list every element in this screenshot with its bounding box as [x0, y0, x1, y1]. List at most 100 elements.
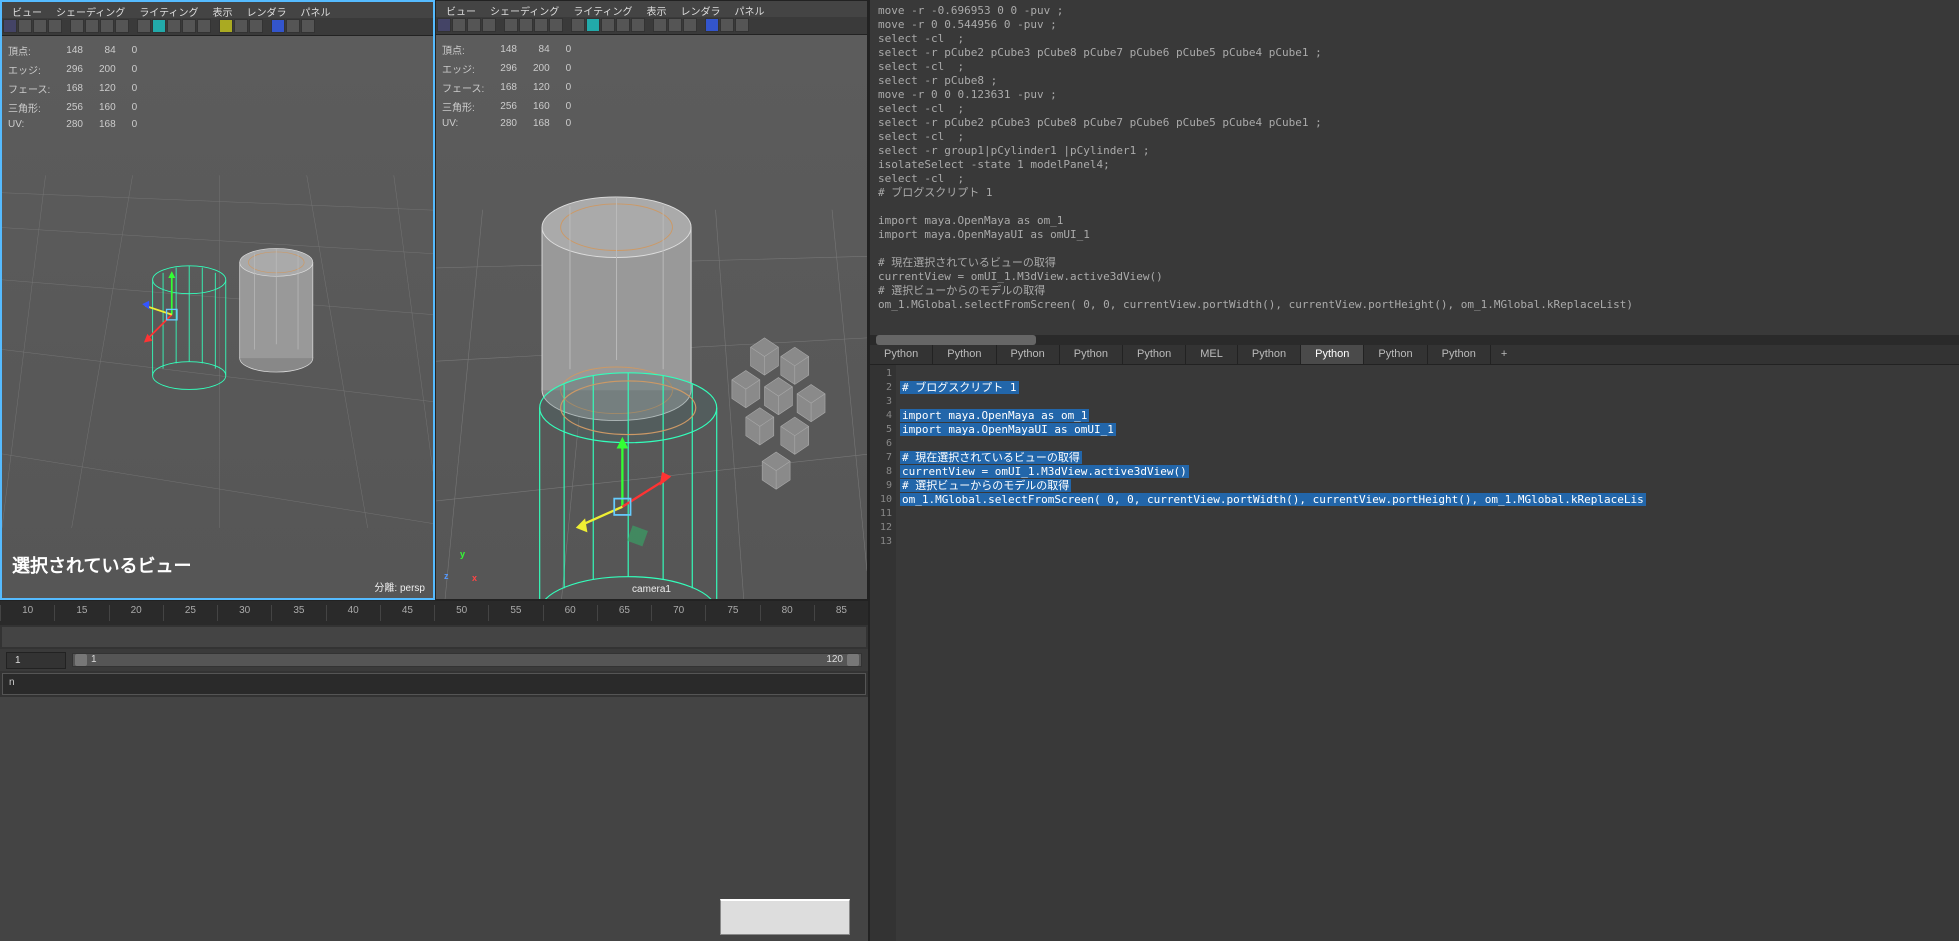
- isolate-select-icon[interactable]: [219, 19, 233, 33]
- xray-icon[interactable]: [668, 18, 682, 32]
- image-plane-icon[interactable]: [48, 19, 62, 33]
- cylinder-unselected: [240, 248, 313, 372]
- poly-stats: 頂点:148840 エッジ:2962000 フェース:1681200 三角形:2…: [6, 40, 153, 133]
- menu-shading[interactable]: シェーディング: [50, 2, 131, 18]
- isolate-select-icon[interactable]: [653, 18, 667, 32]
- time-ruler[interactable]: 10 15 20 25 30 35 40 45 50 55 60 65 70 7…: [0, 601, 868, 625]
- view-transform-icon[interactable]: [735, 18, 749, 32]
- exposure-icon[interactable]: [271, 19, 285, 33]
- bookmark-icon[interactable]: [467, 18, 481, 32]
- select-camera-icon[interactable]: [3, 19, 17, 33]
- time-tick[interactable]: 65: [597, 605, 651, 621]
- camera-settings-icon[interactable]: [452, 18, 466, 32]
- menu-show[interactable]: 表示: [641, 1, 673, 17]
- textured-icon[interactable]: [601, 18, 615, 32]
- time-tick[interactable]: 35: [271, 605, 325, 621]
- textured-icon[interactable]: [167, 19, 181, 33]
- taskbar-thumbnail[interactable]: [720, 899, 850, 935]
- time-tick[interactable]: 25: [163, 605, 217, 621]
- exposure-icon[interactable]: [705, 18, 719, 32]
- xray-joints-icon[interactable]: [249, 19, 263, 33]
- code-text[interactable]: # ブログスクリプト 1 import maya.OpenMaya as om_…: [896, 365, 1959, 941]
- menu-panels[interactable]: パネル: [295, 2, 337, 18]
- gamma-icon[interactable]: [720, 18, 734, 32]
- menu-renderer[interactable]: レンダラ: [241, 2, 293, 18]
- select-camera-icon[interactable]: [437, 18, 451, 32]
- time-tick[interactable]: 50: [434, 605, 488, 621]
- film-gate-icon[interactable]: [85, 19, 99, 33]
- viewport-persp[interactable]: ビュー シェーディング ライティング 表示 レンダラ パネル: [0, 0, 435, 600]
- image-plane-icon[interactable]: [482, 18, 496, 32]
- wireframe-icon[interactable]: [137, 19, 151, 33]
- time-slider-track[interactable]: [2, 627, 866, 647]
- time-tick[interactable]: 60: [543, 605, 597, 621]
- smooth-shade-icon[interactable]: [152, 19, 166, 33]
- time-tick[interactable]: 30: [217, 605, 271, 621]
- shadows-icon[interactable]: [631, 18, 645, 32]
- resolution-gate-icon[interactable]: [115, 19, 129, 33]
- menu-show[interactable]: 表示: [207, 2, 239, 18]
- range-start-thumb[interactable]: [75, 654, 87, 666]
- bookmark-icon[interactable]: [33, 19, 47, 33]
- resolution-gate-icon[interactable]: [549, 18, 563, 32]
- command-line-input[interactable]: n: [2, 673, 866, 695]
- range-end-thumb[interactable]: [847, 654, 859, 666]
- menu-view[interactable]: ビュー: [6, 2, 48, 18]
- smooth-shade-icon[interactable]: [586, 18, 600, 32]
- tab-python[interactable]: Python: [1428, 345, 1491, 364]
- grid-icon[interactable]: [70, 19, 84, 33]
- start-frame-input[interactable]: 1: [6, 652, 66, 669]
- xray-icon[interactable]: [234, 19, 248, 33]
- time-tick[interactable]: 85: [814, 605, 868, 621]
- time-tick[interactable]: 20: [109, 605, 163, 621]
- time-tick[interactable]: 10: [0, 605, 54, 621]
- time-tick[interactable]: 40: [326, 605, 380, 621]
- tab-python[interactable]: Python: [933, 345, 996, 364]
- use-all-lights-icon[interactable]: [616, 18, 630, 32]
- view-transform-icon[interactable]: [301, 19, 315, 33]
- shadows-icon[interactable]: [197, 19, 211, 33]
- menu-lighting[interactable]: ライティング: [567, 1, 638, 17]
- gate-mask-icon[interactable]: [100, 19, 114, 33]
- axis-gizmo: y z x: [444, 551, 484, 591]
- tab-python[interactable]: Python: [1123, 345, 1186, 364]
- time-tick[interactable]: 15: [54, 605, 108, 621]
- time-tick[interactable]: 45: [380, 605, 434, 621]
- menu-renderer[interactable]: レンダラ: [675, 1, 727, 17]
- grid-icon[interactable]: [504, 18, 518, 32]
- menu-view[interactable]: ビュー: [440, 1, 482, 17]
- camera-settings-icon[interactable]: [18, 19, 32, 33]
- time-tick[interactable]: 80: [760, 605, 814, 621]
- wireframe-icon[interactable]: [571, 18, 585, 32]
- script-tabs: Python Python Python Python Python MEL P…: [870, 345, 1959, 365]
- script-editor[interactable]: 123 456 789 101112 13 # ブログスクリプト 1 impor…: [870, 365, 1959, 941]
- menu-shading[interactable]: シェーディング: [484, 1, 565, 17]
- range-slider[interactable]: 1 120: [72, 653, 862, 667]
- tab-python[interactable]: Python: [997, 345, 1060, 364]
- tab-python[interactable]: Python: [1364, 345, 1427, 364]
- tab-python[interactable]: Python: [870, 345, 933, 364]
- script-output-scrollbar[interactable]: [870, 335, 1959, 345]
- viewport-canvas-camera1[interactable]: 頂点:148840 エッジ:2962000 フェース:1681200 三角形:2…: [436, 35, 867, 599]
- tab-python-active[interactable]: Python: [1301, 345, 1364, 364]
- tab-mel[interactable]: MEL: [1186, 345, 1238, 364]
- tab-add-button[interactable]: +: [1491, 345, 1517, 364]
- time-tick[interactable]: 55: [488, 605, 542, 621]
- film-gate-icon[interactable]: [519, 18, 533, 32]
- gamma-icon[interactable]: [286, 19, 300, 33]
- time-tick[interactable]: 70: [651, 605, 705, 621]
- use-all-lights-icon[interactable]: [182, 19, 196, 33]
- scrollbar-thumb[interactable]: [876, 335, 1036, 345]
- tab-python[interactable]: Python: [1238, 345, 1301, 364]
- viewport-camera1[interactable]: ビュー シェーディング ライティング 表示 レンダラ パネル: [435, 0, 868, 600]
- poly-stats: 頂点:148840 エッジ:2962000 フェース:1681200 三角形:2…: [440, 39, 587, 132]
- menu-panels[interactable]: パネル: [729, 1, 771, 17]
- viewport-toolbar: [2, 18, 433, 36]
- tab-python[interactable]: Python: [1060, 345, 1123, 364]
- gate-mask-icon[interactable]: [534, 18, 548, 32]
- script-output[interactable]: move -r -0.696953 0 0 -puv ; move -r 0 0…: [870, 0, 1959, 335]
- menu-lighting[interactable]: ライティング: [133, 2, 204, 18]
- viewport-canvas-persp[interactable]: 頂点:148840 エッジ:2962000 フェース:1681200 三角形:2…: [2, 36, 433, 598]
- time-tick[interactable]: 75: [705, 605, 759, 621]
- xray-joints-icon[interactable]: [683, 18, 697, 32]
